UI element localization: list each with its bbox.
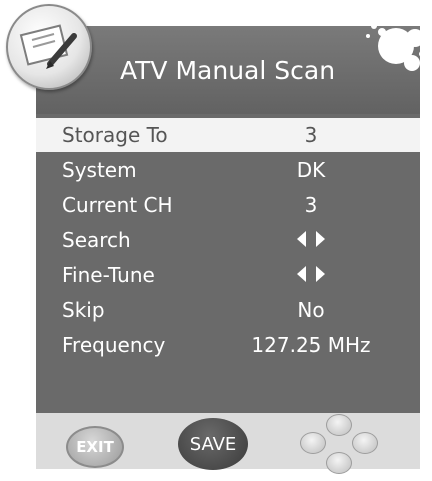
row-search[interactable]: Search [36, 223, 420, 257]
arrow-right-icon[interactable] [316, 231, 325, 247]
row-value: DK [296, 158, 326, 182]
save-button[interactable]: SAVE [178, 418, 248, 470]
row-value: 127.25 MHz [251, 333, 371, 357]
row-label: System [62, 158, 137, 182]
row-label: Skip [62, 298, 105, 322]
row-value [226, 228, 396, 252]
page-title: ATV Manual Scan [120, 56, 336, 85]
nav-left-icon [300, 432, 326, 454]
settings-list: Storage To 3 System DK Current CH 3 Sear… [36, 118, 420, 363]
row-label: Frequency [62, 333, 166, 357]
row-label: Storage To [62, 123, 168, 147]
bubbles-icon [366, 23, 425, 71]
arrow-left-icon[interactable] [297, 231, 306, 247]
tools-icon [6, 4, 92, 90]
row-value: No [297, 298, 325, 322]
nav-up-icon [326, 414, 352, 436]
row-fine-tune[interactable]: Fine-Tune [36, 258, 420, 292]
row-skip[interactable]: Skip No [36, 293, 420, 327]
row-system[interactable]: System DK [36, 153, 420, 187]
row-label: Search [62, 228, 131, 252]
nav-down-icon [326, 452, 352, 474]
arrow-left-icon[interactable] [297, 266, 306, 282]
nav-right-icon [352, 432, 378, 454]
direction-pad-icon [296, 414, 380, 476]
row-label: Current CH [62, 193, 173, 217]
row-value [226, 263, 396, 287]
row-value: 3 [304, 123, 318, 147]
row-current-ch[interactable]: Current CH 3 [36, 188, 420, 222]
row-frequency[interactable]: Frequency 127.25 MHz [36, 328, 420, 362]
exit-button[interactable]: EXIT [66, 426, 124, 468]
row-label: Fine-Tune [62, 263, 155, 287]
row-storage-to[interactable]: Storage To 3 [36, 118, 420, 152]
arrow-right-icon[interactable] [316, 266, 325, 282]
row-value: 3 [304, 193, 318, 217]
